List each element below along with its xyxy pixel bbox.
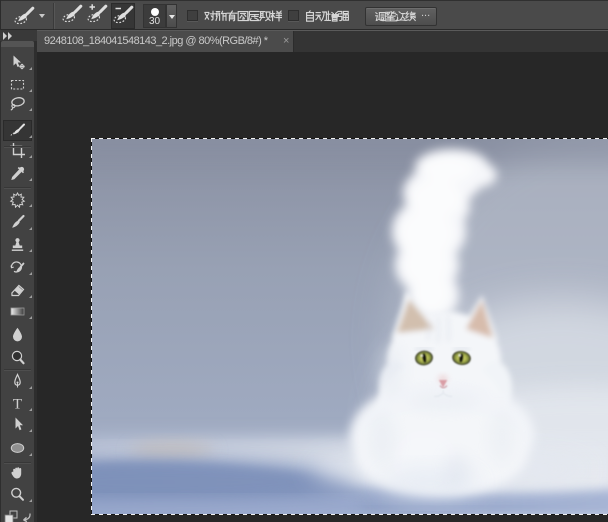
svg-text:T: T xyxy=(13,397,22,413)
